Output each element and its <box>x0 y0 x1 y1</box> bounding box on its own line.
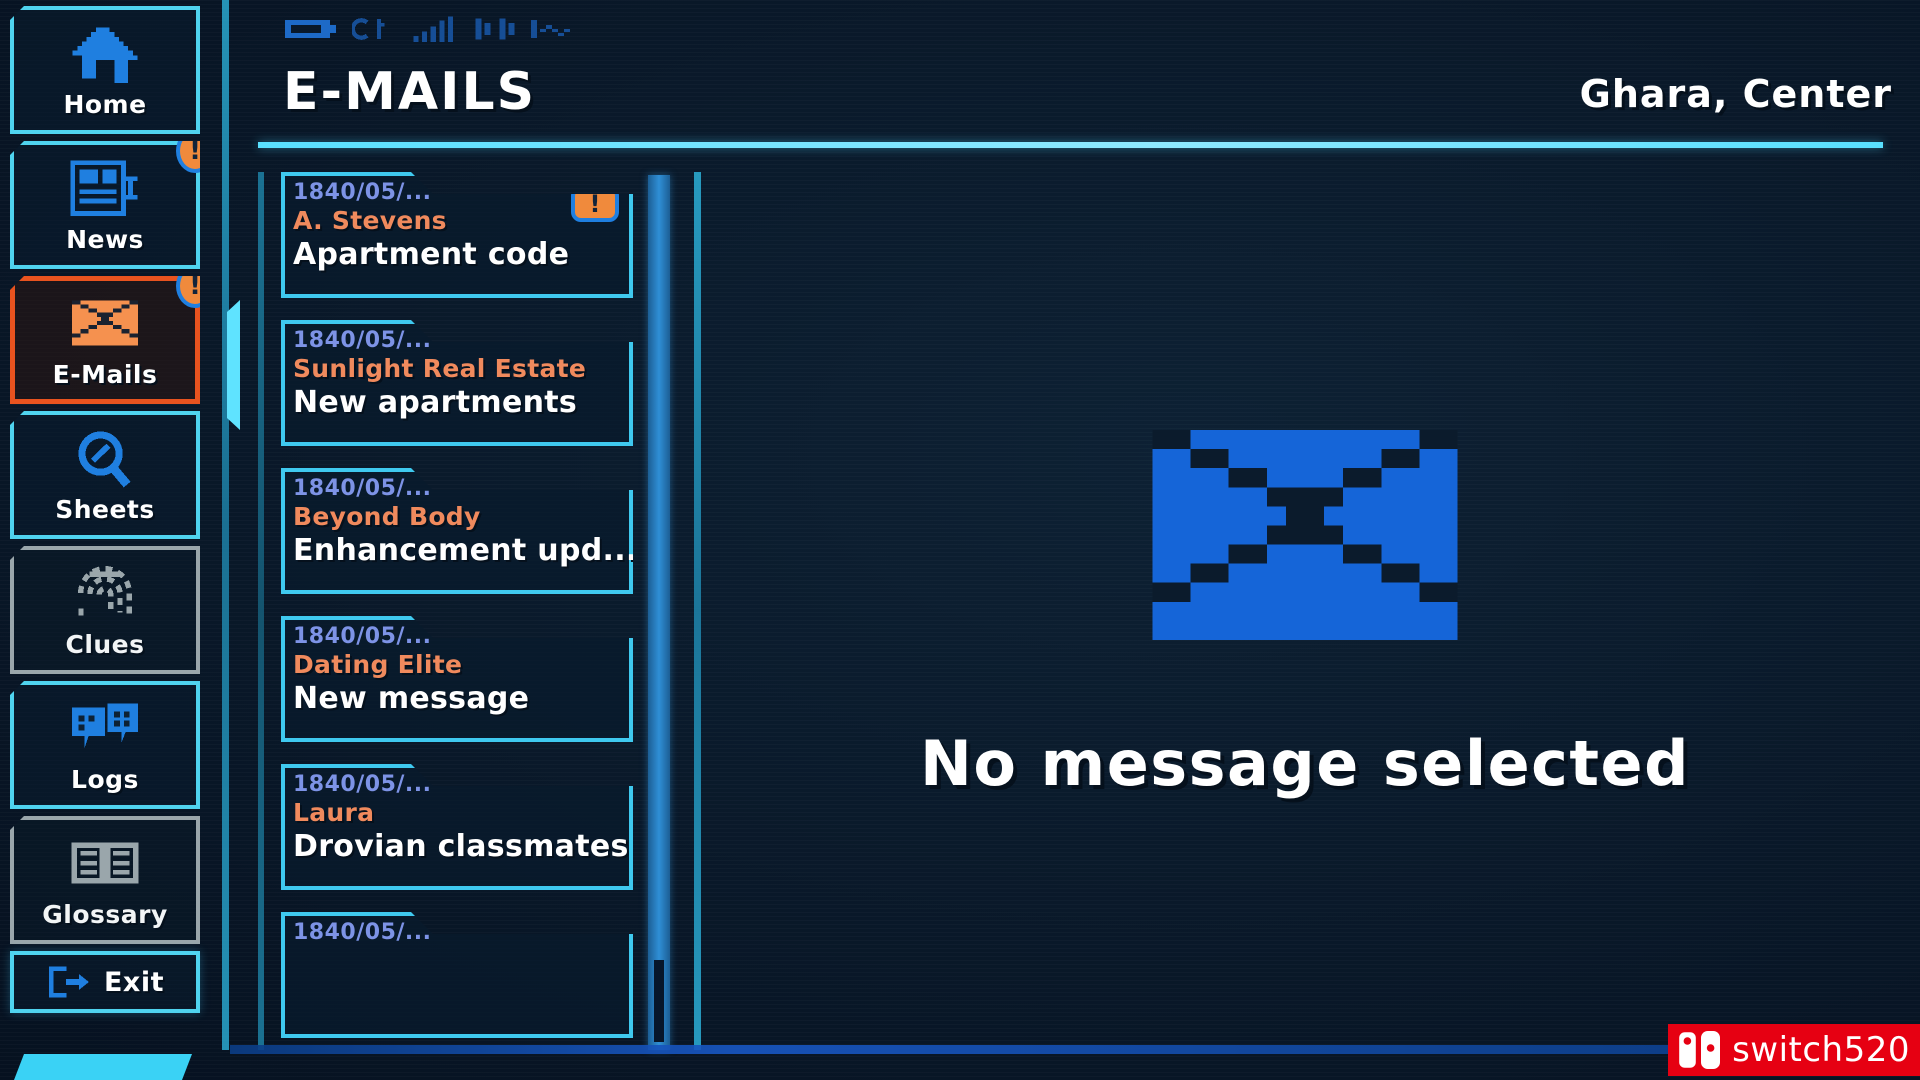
sidebar-item-emails[interactable]: ! E-Mails <box>10 276 200 404</box>
battery-icon <box>285 20 336 38</box>
sidebar-item-news[interactable]: ! News <box>10 141 200 269</box>
signal-bars-icon <box>413 16 454 42</box>
status-bar <box>285 16 575 42</box>
house-icon <box>72 27 138 83</box>
page-title: E-MAILS <box>283 62 537 122</box>
sidebar-item-label: E-Mails <box>52 359 158 389</box>
sidebar-item-label: Sheets <box>55 494 155 524</box>
mail-list-item[interactable]: 1840/05/... Dating Elite New message <box>281 616 633 742</box>
nintendo-switch-icon <box>1676 1029 1721 1071</box>
mail-sender: Laura <box>293 798 375 828</box>
empty-state-message: No message selected <box>920 726 1690 800</box>
sidebar-item-label: Clues <box>65 629 145 659</box>
sidebar-badge-emails: ! <box>176 276 200 308</box>
mail-date: 1840/05/... <box>293 772 432 797</box>
mail-date: 1840/05/... <box>293 624 432 649</box>
mail-sender: Beyond Body <box>293 502 481 532</box>
sidebar-bottom-accent <box>14 1054 192 1080</box>
location-label: Ghara, Center <box>1579 72 1892 116</box>
mail-subject: Drovian classmates <box>293 828 629 864</box>
mail-list-left-rail <box>258 172 264 1050</box>
magnifier-icon <box>78 430 131 487</box>
wave2-icon <box>531 20 570 38</box>
game-ui-screen: Home ! News ! E-Mails Sheets Clues Logs … <box>0 0 1920 1080</box>
sidebar-item-clues[interactable]: Clues <box>10 546 200 674</box>
exit-button[interactable]: Exit <box>10 951 200 1013</box>
mail-list-item[interactable]: 1840/05/... Beyond Body Enhancement upd.… <box>281 468 633 594</box>
sidebar-item-home[interactable]: Home <box>10 6 200 134</box>
sidebar-item-glossary[interactable]: Glossary <box>10 816 200 944</box>
mail-list-item[interactable]: 1840/05/... <box>281 912 633 1038</box>
mail-detail-pane: No message selected <box>710 160 1900 1050</box>
mail-date: 1840/05/... <box>293 476 432 501</box>
mail-sender: Sunlight Real Estate <box>293 354 587 384</box>
mail-list-scrollbar-track[interactable] <box>648 175 670 1050</box>
sidebar-item-label: Home <box>63 89 147 119</box>
watermark-text: switch520 <box>1732 1030 1910 1070</box>
sidebar-item-logs[interactable]: Logs <box>10 681 200 809</box>
watermark: switch520 <box>1668 1024 1920 1076</box>
exit-label: Exit <box>103 966 165 998</box>
exit-door-icon <box>49 966 89 998</box>
book-icon <box>71 842 139 884</box>
mail-list-item[interactable]: ! 1840/05/... A. Stevens Apartment code <box>281 172 633 298</box>
sidebar-nav: Home ! News ! E-Mails Sheets Clues Logs … <box>0 0 215 1080</box>
chat-bubbles-icon <box>72 702 138 749</box>
mail-unread-badge: ! <box>571 186 619 222</box>
large-envelope-icon <box>1152 429 1458 640</box>
mail-subject: New apartments <box>293 384 578 420</box>
sidebar-item-label: Logs <box>71 764 139 794</box>
envelope-icon <box>72 299 138 346</box>
wave-icon <box>475 18 515 40</box>
mail-sender: Dating Elite <box>293 650 463 680</box>
mail-list-item[interactable]: 1840/05/... Sunlight Real Estate New apa… <box>281 320 633 446</box>
mail-list-right-rail <box>694 172 701 1050</box>
mail-list-item[interactable]: 1840/05/... Laura Drovian classmates <box>281 764 633 890</box>
mail-subject: Apartment code <box>293 236 570 272</box>
bottom-accent-bar <box>230 1045 1920 1054</box>
mail-date: 1840/05/... <box>293 328 432 353</box>
network-icon <box>352 18 385 40</box>
sidebar-scroll-track[interactable] <box>222 0 229 1050</box>
newspaper-icon <box>70 159 138 216</box>
mail-date: 1840/05/... <box>293 920 432 945</box>
sidebar-badge-news: ! <box>176 141 200 173</box>
fingerprint-icon <box>77 565 133 616</box>
sidebar-item-label: News <box>66 224 144 254</box>
mail-subject: Enhancement upd... <box>293 532 638 568</box>
header-divider <box>258 142 1883 148</box>
sidebar-item-label: Glossary <box>42 899 168 929</box>
sidebar-item-sheets[interactable]: Sheets <box>10 411 200 539</box>
mail-list-scrollbar-thumb[interactable] <box>654 960 664 1042</box>
sidebar-scroll-thumb[interactable] <box>227 300 240 430</box>
mail-list[interactable]: ! 1840/05/... A. Stevens Apartment code … <box>281 172 655 1052</box>
mail-subject: New message <box>293 680 530 716</box>
